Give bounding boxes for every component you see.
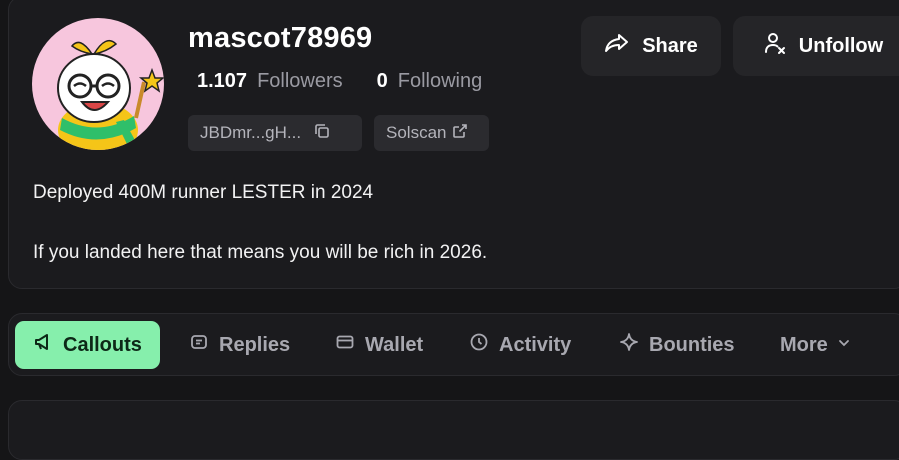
user-remove-icon	[763, 31, 799, 61]
tab-more[interactable]: More	[774, 321, 858, 369]
tab-label: Activity	[499, 333, 572, 356]
clock-icon	[469, 332, 499, 358]
content-card	[8, 400, 899, 460]
following-count[interactable]: 0	[377, 70, 388, 93]
tab-replies[interactable]: Replies	[183, 321, 296, 369]
share-label: Share	[642, 34, 698, 57]
username: mascot78969	[188, 22, 373, 54]
message-icon	[189, 332, 219, 358]
follow-stats: 1.107 Followers 0 Following	[197, 70, 482, 93]
copy-icon[interactable]	[301, 122, 331, 145]
tab-label: Replies	[219, 333, 291, 356]
chevron-down-icon	[828, 334, 852, 357]
mascot-avatar-image	[57, 39, 164, 150]
share-icon	[604, 32, 642, 60]
unfollow-button[interactable]: Unfollow	[733, 16, 899, 76]
sparkle-icon	[619, 332, 649, 358]
tab-activity[interactable]: Activity	[463, 321, 577, 369]
bio-line: If you landed here that means you will b…	[33, 242, 488, 263]
tab-wallet[interactable]: Wallet	[329, 321, 429, 369]
share-button[interactable]: Share	[581, 16, 721, 76]
followers-label[interactable]: Followers	[257, 70, 343, 93]
tab-label: Callouts	[63, 333, 142, 356]
unfollow-label: Unfollow	[798, 34, 884, 57]
solscan-link[interactable]: Solscan	[374, 115, 489, 151]
tab-label: Bounties	[649, 333, 735, 356]
profile-tabs: Callouts Replies Wallet Activity Bountie…	[8, 313, 899, 376]
tab-callouts[interactable]: Callouts	[15, 321, 160, 369]
followers-count[interactable]: 1.107	[197, 70, 247, 93]
wallet-icon	[335, 332, 365, 358]
following-label[interactable]: Following	[398, 70, 482, 93]
megaphone-icon	[33, 332, 63, 358]
profile-bio: Deployed 400M runner LESTER in 2024 If y…	[33, 178, 487, 268]
tab-bounties[interactable]: Bounties	[613, 321, 741, 369]
bio-line: Deployed 400M runner LESTER in 2024	[33, 182, 374, 203]
wallet-address-chip[interactable]: JBDmr...gH...	[188, 115, 362, 151]
external-link-icon	[446, 123, 468, 144]
tab-label: More	[780, 333, 828, 356]
solscan-label: Solscan	[386, 123, 447, 142]
avatar[interactable]	[32, 18, 164, 150]
wallet-address: JBDmr...gH...	[200, 123, 302, 142]
tab-label: Wallet	[365, 333, 424, 356]
